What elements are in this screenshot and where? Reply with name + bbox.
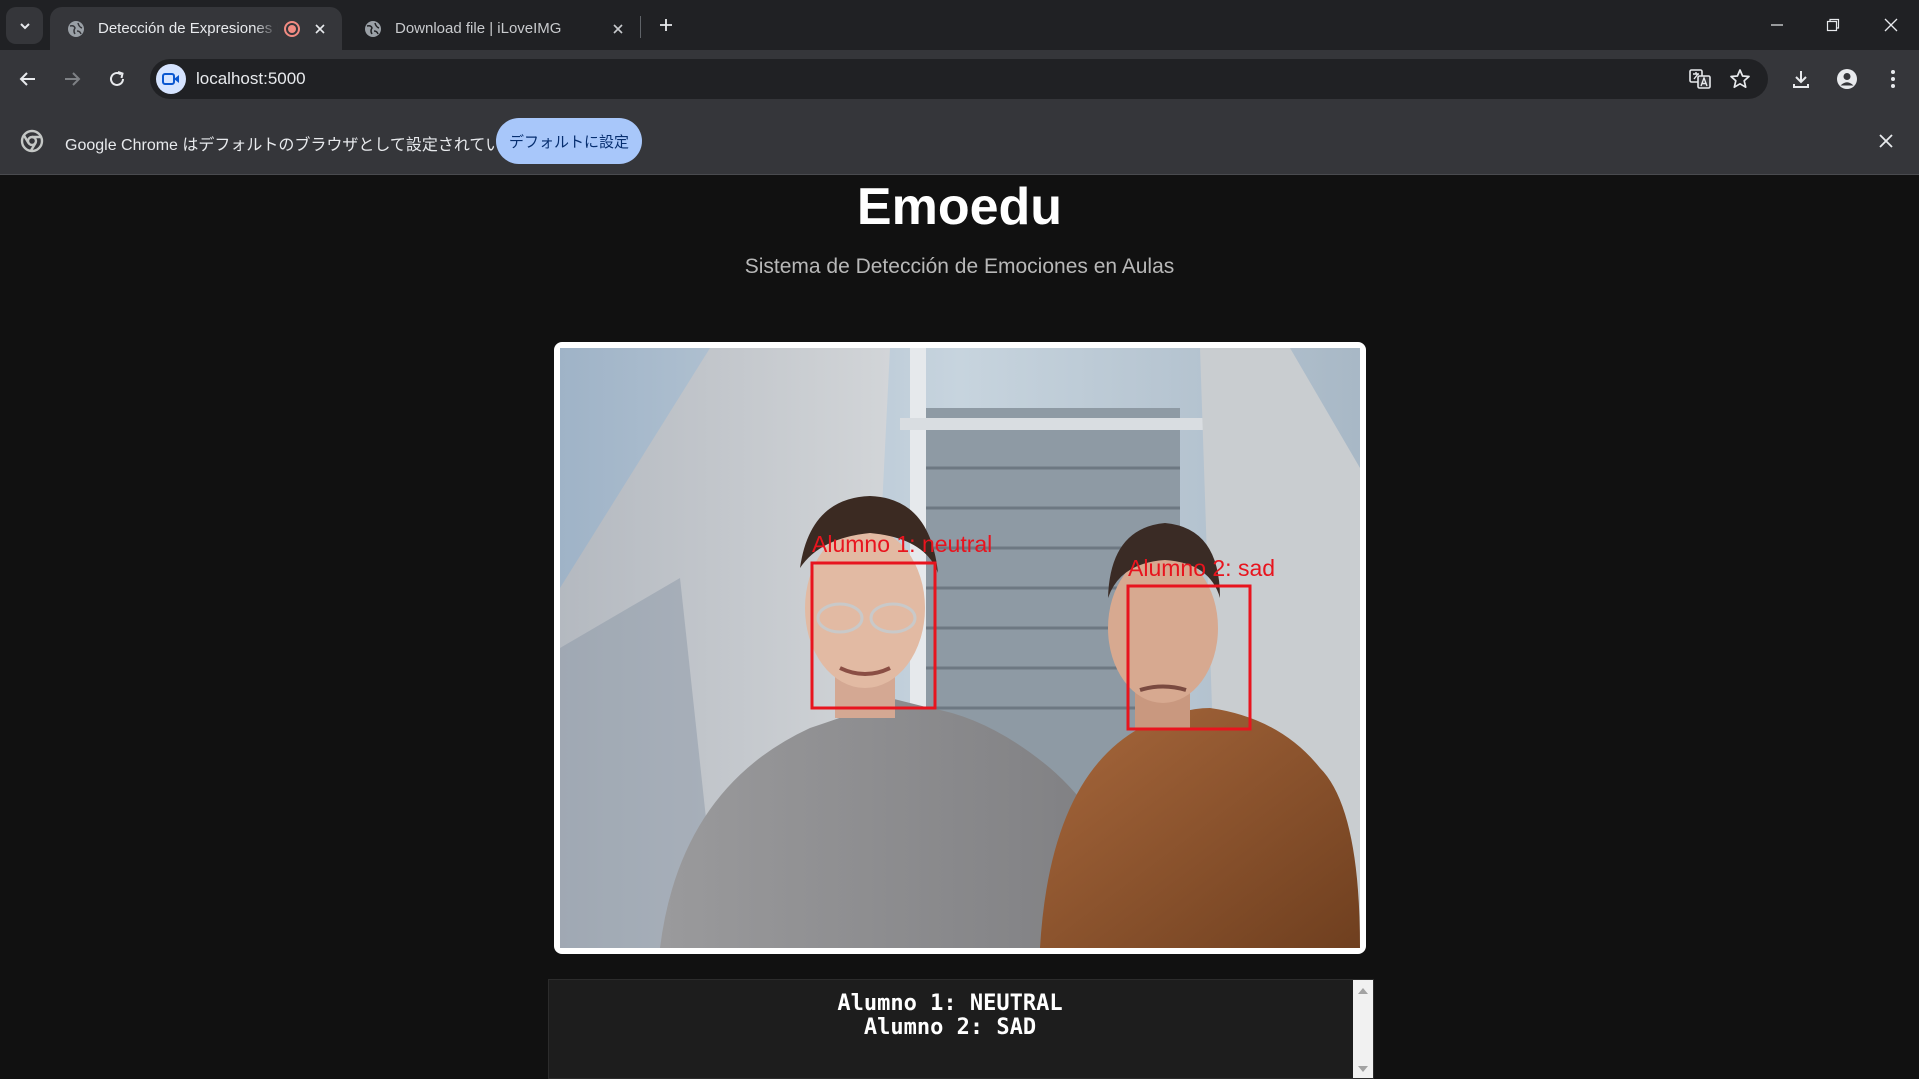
emotion-log-lines: Alumno 1: NEUTRAL Alumno 2: SAD: [549, 992, 1351, 1040]
infobar-close-icon[interactable]: [1874, 129, 1898, 153]
tab-emotion-detection[interactable]: Detección de Expresiones Faciales: [50, 7, 342, 50]
scroll-up-icon[interactable]: [1358, 988, 1368, 994]
tab-title: Download file | iLoveIMG: [395, 20, 562, 37]
close-tab-icon[interactable]: [310, 19, 330, 39]
minimize-icon: [1771, 24, 1783, 26]
tab-separator: [640, 16, 641, 38]
translate-icon[interactable]: [1686, 65, 1714, 93]
url-text[interactable]: localhost:5000: [196, 69, 306, 89]
face-label-alumno-1: Alumno 1: neutral: [812, 531, 992, 557]
scroll-down-icon[interactable]: [1358, 1066, 1368, 1072]
emotion-log-panel[interactable]: Alumno 1: NEUTRAL Alumno 2: SAD: [548, 979, 1374, 1079]
bookmark-star-icon[interactable]: [1726, 65, 1754, 93]
tab-search-button[interactable]: [6, 7, 43, 44]
close-tab-icon[interactable]: [608, 19, 628, 39]
tab-title: Detección de Expresiones Faciales: [98, 20, 278, 37]
log-scrollbar[interactable]: [1353, 980, 1373, 1078]
recording-indicator-icon: [284, 20, 300, 37]
globe-icon: [68, 20, 84, 37]
person-icon: [1837, 69, 1857, 89]
log-line: Alumno 1: NEUTRAL: [837, 991, 1063, 1016]
new-tab-button[interactable]: [651, 10, 681, 40]
browser-tab-strip: Detección de Expresiones Faciales Downlo…: [0, 0, 1919, 50]
address-bar[interactable]: localhost:5000: [150, 59, 1768, 99]
set-default-button[interactable]: デフォルトに設定: [496, 118, 642, 164]
tab-download-file[interactable]: Download file | iLoveIMG: [347, 7, 640, 50]
camera-in-use-icon[interactable]: [156, 64, 186, 94]
face-label-alumno-2: Alumno 2: sad: [1128, 555, 1275, 581]
default-browser-infobar: Google Chrome はデフォルトのブラウザとして設定されていません デフ…: [0, 107, 1919, 175]
page-content: Emoedu Sistema de Detección de Emociones…: [0, 175, 1919, 1079]
reload-icon: [110, 71, 124, 86]
chevron-down-icon: [19, 22, 30, 29]
forward-button[interactable]: [55, 62, 89, 96]
infobar-message: Google Chrome はデフォルトのブラウザとして設定されていません: [65, 137, 549, 154]
chrome-logo-icon: [20, 129, 44, 153]
menu-button[interactable]: [1876, 62, 1910, 96]
minimize-button[interactable]: [1749, 0, 1805, 50]
downloads-button[interactable]: [1784, 62, 1818, 96]
camera-frame-image: Alumno 1: neutral Alumno 2: sad: [560, 348, 1360, 948]
app-title: Emoedu: [856, 178, 1063, 236]
profile-button[interactable]: [1830, 62, 1864, 96]
close-window-button[interactable]: [1863, 0, 1919, 50]
more-vertical-icon: [1891, 70, 1895, 88]
back-button[interactable]: [11, 62, 45, 96]
webcam-video-feed: Alumno 1: neutral Alumno 2: sad: [554, 342, 1366, 954]
arrow-left-icon: [19, 72, 35, 86]
close-icon: [1884, 18, 1898, 32]
arrow-right-icon: [65, 72, 81, 86]
log-line: Alumno 2: SAD: [863, 1015, 1037, 1040]
plus-icon: [660, 19, 672, 31]
restore-icon: [1826, 18, 1840, 32]
restore-button[interactable]: [1805, 0, 1861, 50]
browser-toolbar: localhost:5000: [0, 50, 1919, 107]
download-icon: [1793, 71, 1809, 88]
reload-button[interactable]: [100, 62, 134, 96]
globe-icon: [365, 20, 381, 37]
app-subtitle: Sistema de Detección de Emociones en Aul…: [744, 255, 1175, 278]
